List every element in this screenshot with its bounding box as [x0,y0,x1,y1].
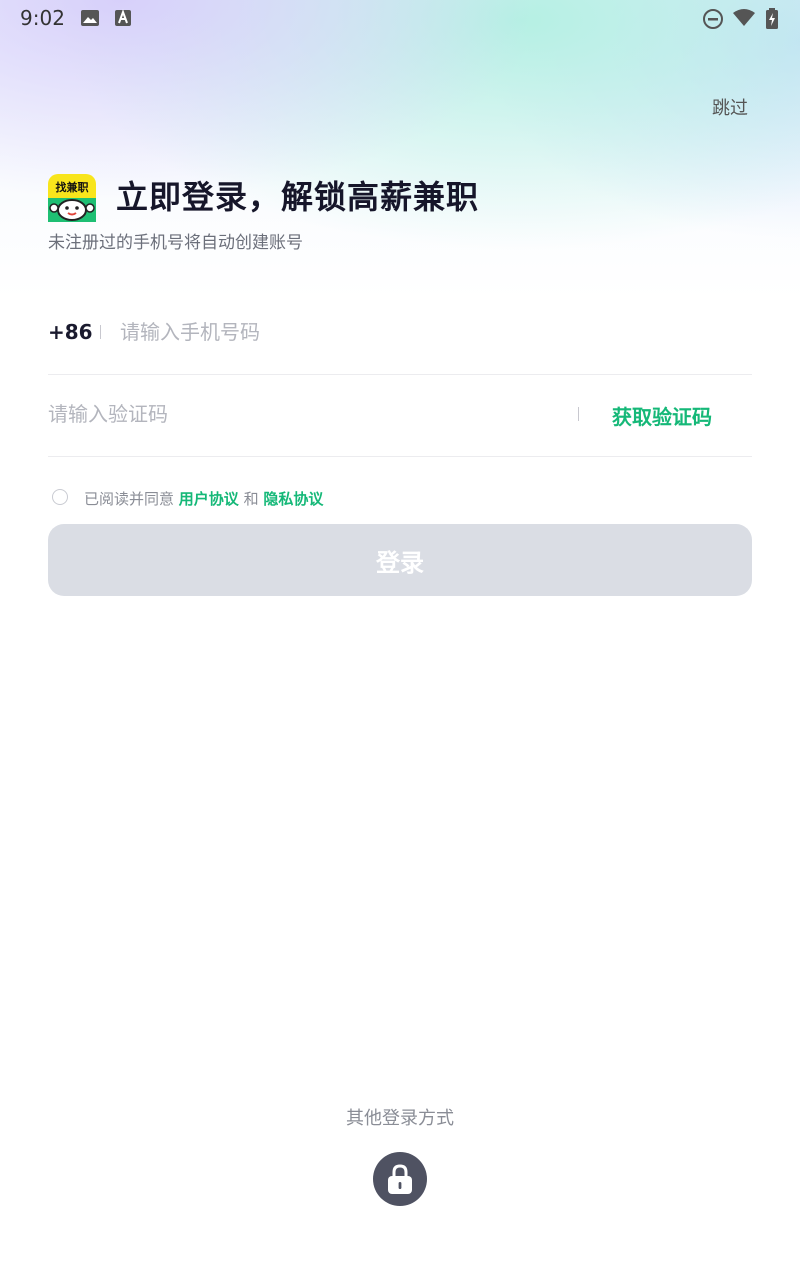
battery-charging-icon [765,8,785,29]
page-subtitle: 未注册过的手机号将自动创建账号 [48,233,303,253]
page-title: 立即登录，解锁高薪兼职 [116,178,480,216]
privacy-agreement-link[interactable]: 隐私协议 [263,490,323,508]
agreement-and: 和 [243,490,259,508]
agreement-text: 已阅读并同意 用户协议 和 隐私协议 [84,488,323,509]
phone-input[interactable] [120,314,740,350]
status-time: 9:02 [20,6,65,30]
lock-icon [388,1164,412,1194]
logo-text: 找兼职 [56,180,89,194]
get-code-button[interactable]: 获取验证码 [612,401,712,430]
divider [578,407,579,421]
status-bar: 9:02 [0,0,800,36]
wifi-icon [732,8,755,28]
phone-field: +86 [48,292,752,375]
verification-code-input[interactable] [48,396,558,432]
agreement-checkbox[interactable] [52,489,68,505]
user-agreement-link[interactable]: 用户协议 [179,490,239,508]
agreement-prefix: 已阅读并同意 [84,490,175,508]
do-not-disturb-icon [702,8,723,29]
login-button[interactable]: 登录 [48,524,752,596]
code-field: 获取验证码 [48,374,752,457]
skip-button[interactable]: 跳过 [712,94,748,120]
divider [100,325,101,339]
country-code[interactable]: +86 [48,320,93,344]
font-icon [113,8,133,28]
app-logo: 找兼职 [48,174,96,222]
header-background [0,0,800,300]
other-login-button[interactable] [373,1152,427,1206]
other-login-label: 其他登录方式 [346,1108,454,1129]
image-icon [80,8,100,28]
